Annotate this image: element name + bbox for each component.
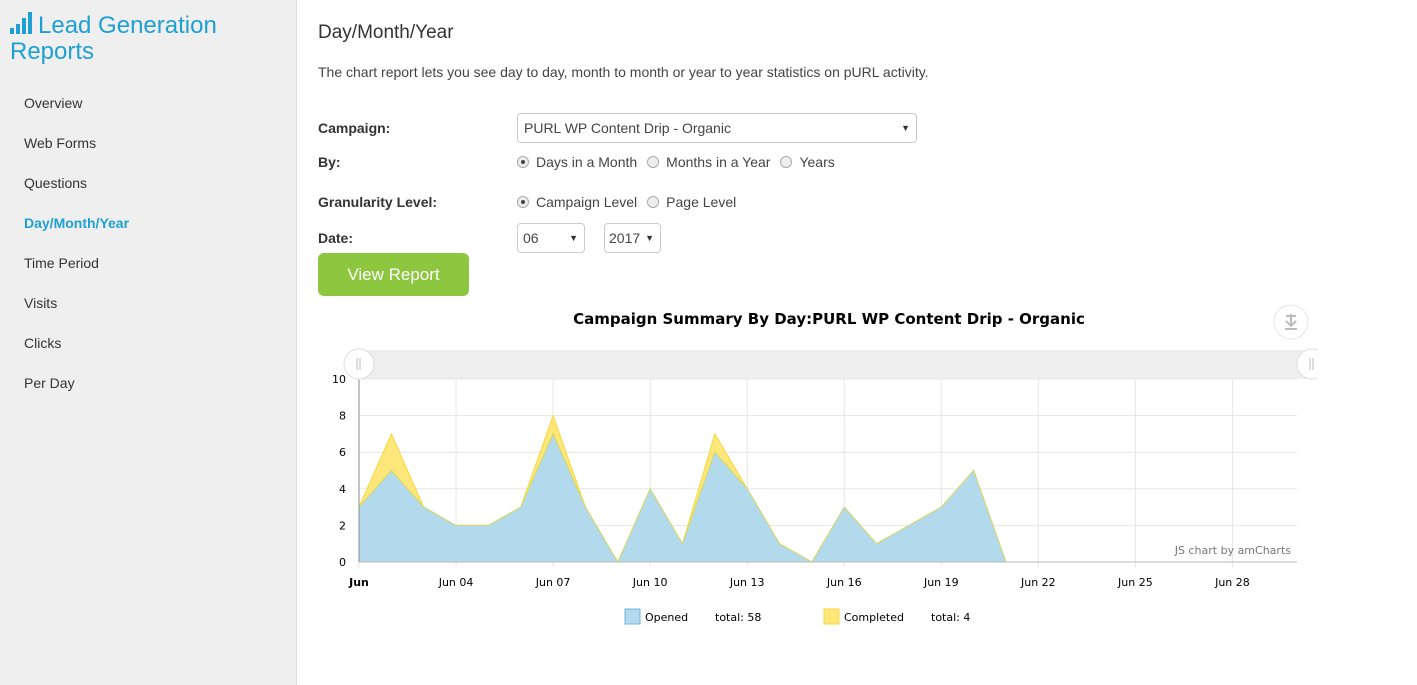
chevron-down-icon: ▼: [569, 233, 578, 243]
legend-swatch-opened[interactable]: [624, 608, 641, 625]
radio-label: Years: [799, 154, 835, 170]
radio-label: Months in a Year: [666, 154, 771, 170]
sidebar-item-clicks[interactable]: Clicks: [24, 332, 129, 372]
bar-chart-icon: [10, 12, 32, 34]
x-tick-label: Jun 19: [923, 576, 959, 589]
x-tick-label: Jun 13: [729, 576, 765, 589]
y-tick-label: 10: [332, 373, 346, 386]
granularity-radio-group: Campaign Level Page Level: [517, 194, 746, 210]
year-select[interactable]: 2017 ▼: [604, 223, 661, 253]
page-description: The chart report lets you see day to day…: [318, 64, 929, 80]
radio-indicator[interactable]: [647, 196, 660, 208]
page-title: Day/Month/Year: [318, 22, 454, 43]
area-chart: Campaign Summary By Day:PURL WP Content …: [332, 304, 1328, 625]
radio-indicator[interactable]: [517, 156, 529, 168]
sidebar-item-overview[interactable]: Overview: [24, 92, 129, 132]
month-select-value: 06: [523, 230, 539, 246]
chart-container: Campaign Summary By Day:PURL WP Content …: [318, 300, 1328, 640]
sidebar: Lead Generation Reports Overview Web Form…: [0, 0, 297, 685]
date-label: Date:: [318, 230, 354, 246]
granularity-label: Granularity Level:: [318, 194, 438, 210]
x-tick-label: Jun 25: [1117, 576, 1153, 589]
y-tick-label: 4: [339, 483, 346, 496]
x-tick-label: Jun 28: [1214, 576, 1250, 589]
radio-indicator[interactable]: [780, 156, 793, 168]
radio-label: Days in a Month: [536, 154, 638, 170]
x-tick-label: Jun 16: [826, 576, 862, 589]
sidebar-item-day-month-year[interactable]: Day/Month/Year: [24, 212, 129, 252]
sidebar-item-web-forms[interactable]: Web Forms: [24, 132, 129, 172]
sidebar-item-per-day[interactable]: Per Day: [24, 372, 129, 412]
radio-label: Page Level: [666, 194, 737, 210]
campaign-select-value: PURL WP Content Drip - Organic: [524, 120, 731, 136]
y-tick-label: 8: [339, 410, 346, 423]
chevron-down-icon: ▼: [645, 233, 654, 243]
chevron-down-icon: ▼: [901, 123, 910, 133]
y-tick-label: 6: [339, 446, 346, 459]
scrollbar-left-handle[interactable]: [343, 348, 375, 380]
sidebar-item-questions[interactable]: Questions: [24, 172, 129, 212]
campaign-select[interactable]: PURL WP Content Drip - Organic ▼: [517, 113, 917, 143]
month-select[interactable]: 06 ▼: [517, 223, 585, 253]
x-tick-label: Jun 07: [535, 576, 571, 589]
sidebar-item-time-period[interactable]: Time Period: [24, 252, 129, 292]
chart-scrollbar[interactable]: [359, 350, 1312, 379]
legend-label-completed[interactable]: Completed: [844, 611, 904, 624]
radio-label: Campaign Level: [536, 194, 638, 210]
campaign-label: Campaign:: [318, 120, 391, 136]
year-select-value: 2017: [609, 230, 641, 246]
y-tick-label: 0: [339, 556, 346, 569]
granularity-radio-campaign-level[interactable]: Campaign Level: [517, 194, 637, 210]
y-tick-label: 2: [339, 519, 346, 532]
brand[interactable]: Lead Generation Reports: [10, 12, 270, 65]
x-tick-label: Jun 22: [1020, 576, 1056, 589]
chart-title: Campaign Summary By Day:PURL WP Content …: [573, 310, 1085, 328]
radio-indicator[interactable]: [647, 156, 660, 168]
by-radio-months-in-a-year[interactable]: Months in a Year: [647, 154, 770, 170]
legend-total-opened: total: 58: [715, 611, 761, 624]
brand-title: Lead Generation Reports: [10, 12, 217, 65]
x-tick-label: Jun 04: [438, 576, 474, 589]
x-tick-label: Jun: [348, 576, 369, 589]
by-radio-group: Days in a Month Months in a Year Years: [517, 154, 845, 170]
legend-total-completed: total: 4: [931, 611, 970, 624]
legend-label-opened[interactable]: Opened: [645, 611, 688, 624]
by-label: By:: [318, 154, 341, 170]
x-tick-label: Jun 10: [632, 576, 668, 589]
sidebar-item-visits[interactable]: Visits: [24, 292, 129, 332]
legend-swatch-completed[interactable]: [823, 608, 840, 625]
by-radio-years[interactable]: Years: [780, 154, 835, 170]
granularity-radio-page-level[interactable]: Page Level: [647, 194, 736, 210]
amcharts-credit[interactable]: JS chart by amCharts: [1174, 544, 1291, 557]
view-report-button[interactable]: View Report: [318, 253, 469, 296]
by-radio-days-in-a-month[interactable]: Days in a Month: [517, 154, 637, 170]
radio-indicator[interactable]: [517, 196, 529, 208]
sidebar-nav: Overview Web Forms Questions Day/Month/Year…: [24, 92, 129, 412]
